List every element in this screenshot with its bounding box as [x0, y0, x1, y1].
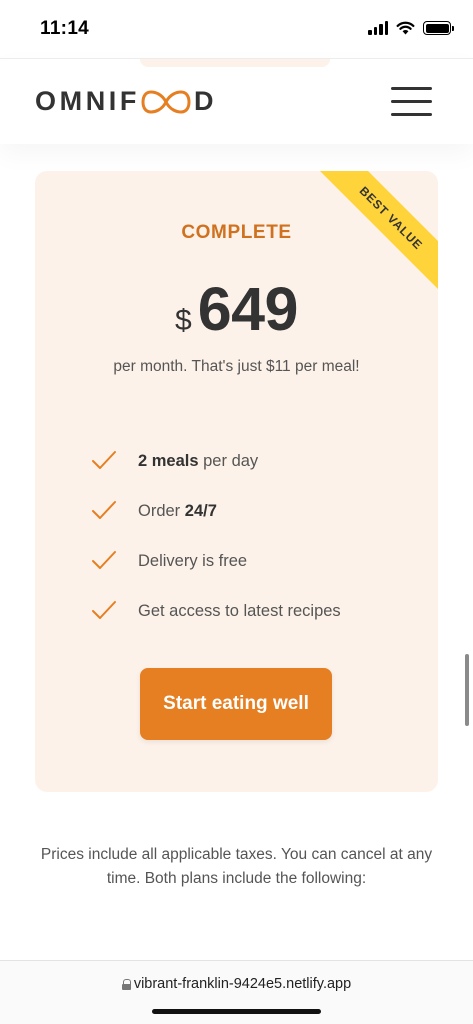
hamburger-menu-icon[interactable]: [391, 87, 432, 116]
checkmark-icon: [92, 501, 116, 519]
wifi-icon: [396, 21, 415, 35]
plan-details-text: Prices include all applicable taxes. You…: [40, 846, 433, 887]
pricing-plan-card: BEST VALUE COMPLETE $ 649 per month. Tha…: [35, 171, 438, 792]
site-header: OMNIF D: [0, 58, 473, 144]
feature-text: Delivery is free: [138, 551, 248, 570]
checkmark-icon: [92, 451, 116, 469]
page-scrollbar[interactable]: [465, 654, 469, 726]
status-icons: [368, 21, 454, 35]
plan-price-subtext: per month. That's just $11 per meal!: [113, 358, 360, 375]
battery-icon: [423, 21, 454, 35]
feature-item: Order 24/7: [90, 486, 341, 536]
feature-item: 2 meals per day: [90, 436, 341, 486]
price-amount: 649: [197, 275, 299, 343]
feature-text: Order 24/7: [138, 501, 217, 520]
checkmark-icon: [92, 601, 116, 619]
feature-text: Get access to latest recipes: [138, 601, 341, 620]
cellular-signal-icon: [368, 21, 388, 35]
logo-text-left: OMNIF: [35, 86, 140, 116]
url-display[interactable]: vibrant-franklin-9424e5.netlify.app: [0, 976, 473, 992]
logo-text-right: D: [194, 86, 218, 116]
plan-price: $ 649: [35, 274, 438, 344]
plan-name: COMPLETE: [181, 222, 292, 243]
feature-text: 2 meals per day: [138, 451, 259, 470]
infinity-oo-icon: [141, 89, 191, 114]
url-text: vibrant-franklin-9424e5.netlify.app: [133, 976, 352, 992]
feature-item: Delivery is free: [90, 536, 341, 586]
plan-features-list: 2 meals per day Order 24/7 Delivery is f…: [90, 436, 341, 636]
status-bar: 11:14: [0, 0, 473, 58]
omnifood-logo[interactable]: OMNIF D: [35, 86, 217, 117]
price-currency: $: [175, 304, 192, 337]
browser-address-bar[interactable]: vibrant-franklin-9424e5.netlify.app: [0, 960, 473, 1024]
start-eating-well-button[interactable]: Start eating well: [140, 668, 332, 740]
home-indicator[interactable]: [152, 1009, 321, 1014]
feature-item: Get access to latest recipes: [90, 586, 341, 636]
checkmark-icon: [92, 551, 116, 569]
lock-icon: [121, 978, 132, 990]
status-time: 11:14: [40, 18, 90, 39]
